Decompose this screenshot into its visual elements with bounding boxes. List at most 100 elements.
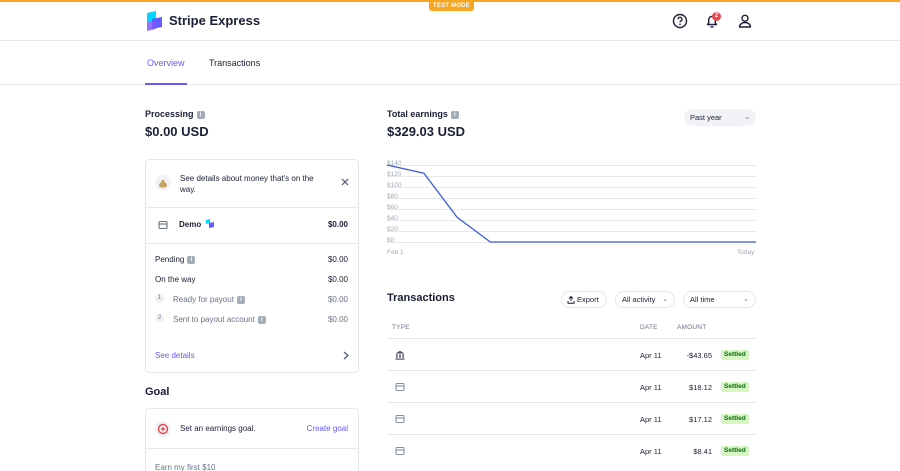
divider [146,207,358,208]
chart-gridline [387,187,756,188]
export-button[interactable]: Export [561,291,607,308]
bank-icon [395,350,405,360]
info-icon[interactable]: i [450,110,459,119]
account-amount: $0.00 [327,220,348,229]
total-earnings-amount: $329.03 USD [387,124,466,139]
status-badge: Settled [721,414,749,424]
step-number: 2 [155,314,164,323]
payment-icon [395,414,405,424]
sent-to-payout-text: Sent to payout account [173,315,255,324]
transaction-date: Apr 11 [640,415,662,424]
chevron-right-icon[interactable] [343,351,349,360]
time-filter[interactable]: All time ⌄ [683,291,756,308]
transaction-amount: $18.12 [689,383,712,392]
export-icon [567,296,575,304]
account-name: Demo [179,220,202,229]
target-goal-icon [155,421,171,437]
main-tabs: Overview Transactions [0,41,900,85]
period-select-value: Past year [690,113,722,122]
processing-label-text: Processing [145,109,194,119]
transaction-amount: $8.41 [693,447,712,456]
goal-title: Goal [145,386,170,398]
info-icon[interactable]: i [187,255,196,264]
info-icon[interactable]: i [196,110,205,119]
status-badge: Settled [721,382,749,392]
column-header-type[interactable]: TYPE [392,324,410,331]
pending-label: Pending i [155,255,196,264]
status-badge: Settled [721,350,749,360]
y-tick-label: $140 [387,160,402,167]
pending-amount: $0.00 [327,255,348,264]
app-header: Stripe Express 2 [0,2,900,41]
info-icon[interactable]: i [236,295,245,304]
sent-to-payout-amount: $0.00 [327,315,348,324]
column-header-amount[interactable]: AMOUNT [677,324,706,331]
close-icon[interactable] [341,178,349,186]
x-tick-label-start: Feb 1 [387,249,404,256]
y-tick-label: $0 [387,237,395,244]
stripe-logo-icon [206,219,214,228]
table-row[interactable]: Apr 11 $17.12 Settled [387,402,756,434]
chevron-down-icon: ⌄ [743,296,749,303]
app-name: Stripe Express [169,13,261,28]
chart-gridline [387,231,756,232]
chart-gridline [387,165,756,166]
active-tab-indicator [145,83,187,85]
sent-to-payout-label: Sent to payout account i [173,315,266,324]
account-icon [158,220,168,230]
chart-gridline [387,242,756,243]
processing-card: See details about money that's on the wa… [145,159,359,373]
goal-prompt: Set an earnings goal. [180,424,256,433]
tab-overview[interactable]: Overview [147,58,185,68]
activity-filter[interactable]: All activity ⌄ [615,291,675,308]
create-goal-button[interactable]: Create goal [307,424,348,433]
tab-transactions[interactable]: Transactions [209,58,260,68]
earnings-series-line [386,164,756,243]
divider [146,243,358,244]
on-the-way-label: On the way [155,275,196,284]
step-number: 1 [155,294,164,303]
ready-for-payout-amount: $0.00 [327,295,348,304]
help-icon[interactable] [671,12,689,30]
transaction-amount: $17.12 [689,415,712,424]
transaction-date: Apr 11 [640,447,662,456]
y-tick-label: $120 [387,171,402,178]
activity-filter-value: All activity [622,295,656,304]
chart-gridline [387,209,756,210]
export-button-label: Export [577,295,599,304]
status-badge: Settled [721,446,749,456]
y-tick-label: $20 [387,226,398,233]
pending-label-text: Pending [155,255,185,264]
transactions-title: Transactions [387,292,455,304]
y-tick-label: $60 [387,204,398,211]
payment-icon [395,382,405,392]
account-user-icon[interactable] [736,12,754,30]
ready-for-payout-label: Ready for payout i [173,295,245,304]
divider [146,448,358,449]
chart-gridline [387,176,756,177]
total-earnings-label-text: Total earnings [387,109,448,119]
table-row[interactable]: Apr 11 $8.41 Settled [387,434,756,466]
period-select[interactable]: Past year ⌄ [684,109,756,126]
y-tick-label: $80 [387,193,398,200]
ready-for-payout-text: Ready for payout [173,295,234,304]
column-header-date[interactable]: DATE [640,324,658,331]
transaction-amount: -$43.65 [686,351,712,360]
processing-amount: $0.00 USD [145,124,209,139]
info-icon[interactable]: i [257,315,266,324]
y-tick-label: $40 [387,215,398,222]
see-details-link[interactable]: See details [155,351,195,360]
goal-card: Set an earnings goal. Create goal Earn m… [145,408,359,471]
processing-label: Processing i [145,109,205,119]
stripe-express-logo-icon[interactable] [147,11,162,31]
money-bag-icon [155,175,171,191]
chevron-down-icon: ⌄ [744,114,750,121]
table-row[interactable]: Apr 11 -$43.65 Settled [387,338,756,370]
x-tick-label-end: Today [737,249,755,256]
goal-partial-text: Earn my first $10 [155,463,216,471]
table-row[interactable]: Apr 11 $18.12 Settled [387,370,756,402]
chart-gridline [387,198,756,199]
on-the-way-amount: $0.00 [327,275,348,284]
y-tick-label: $100 [387,182,402,189]
total-earnings-label: Total earnings i [387,109,459,119]
